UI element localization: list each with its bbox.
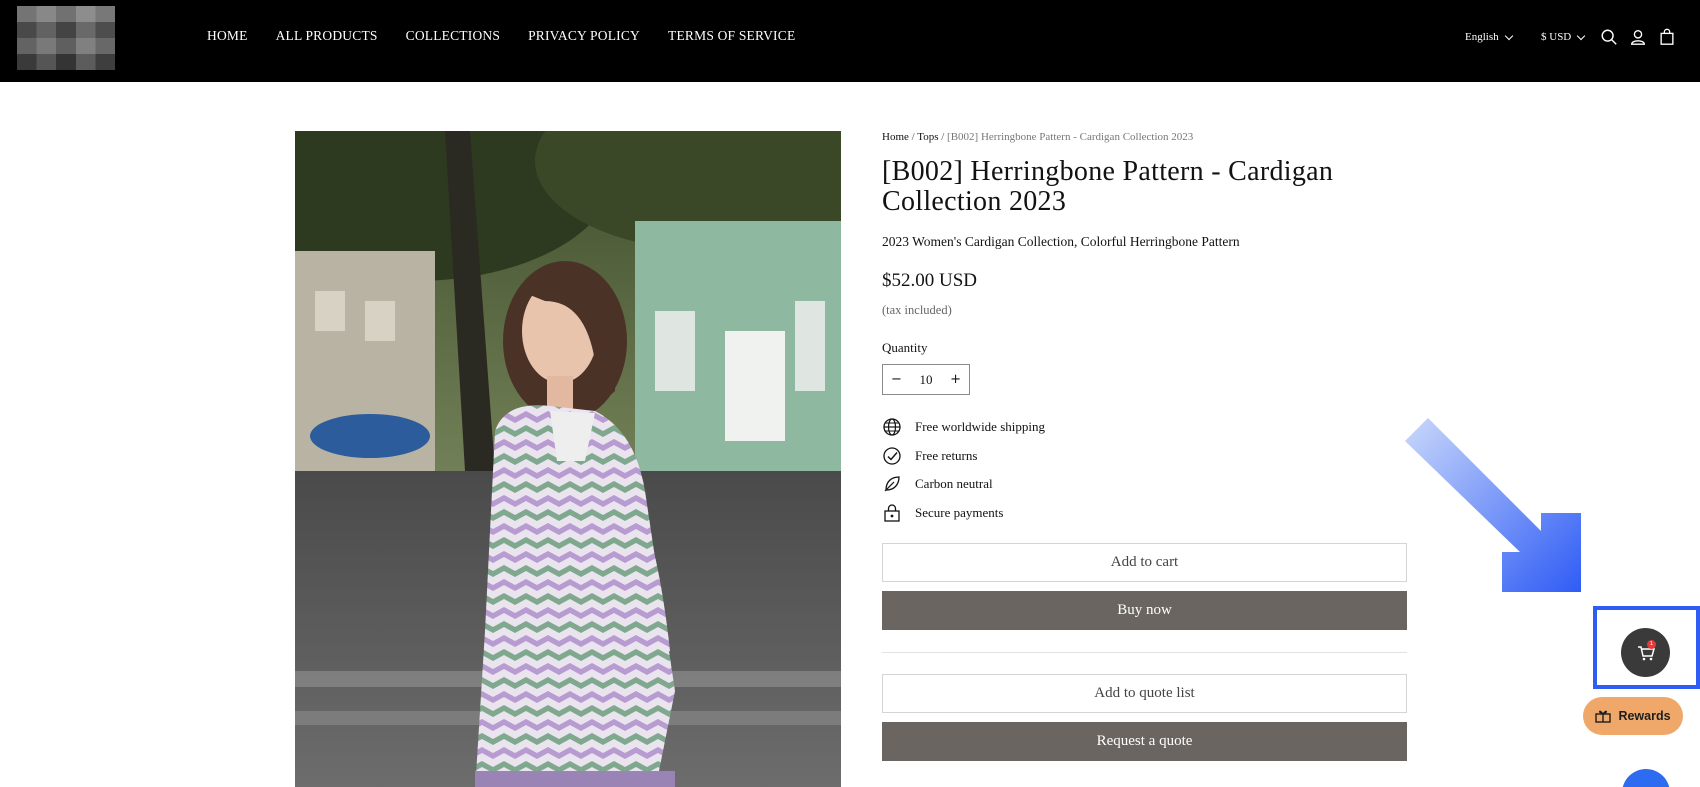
feature-item: Free returns (882, 442, 1407, 471)
nav-collections[interactable]: COLLECTIONS (406, 28, 500, 44)
pointer-arrow-annotation (1405, 418, 1581, 592)
product-subtitle: 2023 Women's Cardigan Collection, Colorf… (882, 234, 1240, 249)
main-nav: HOME ALL PRODUCTS COLLECTIONS PRIVACY PO… (207, 28, 795, 44)
product-image[interactable] (295, 131, 841, 787)
add-to-quote-list-button[interactable]: Add to quote list (882, 674, 1407, 713)
nav-terms-of-service[interactable]: TERMS OF SERVICE (668, 28, 795, 44)
product-price: $52.00 USD (882, 270, 978, 291)
buy-now-button[interactable]: Buy now (882, 591, 1407, 630)
chevron-down-icon (1504, 31, 1513, 40)
quantity-decrease-button[interactable]: − (891, 372, 902, 387)
breadcrumb-tops[interactable]: Tops (917, 131, 938, 143)
feature-label: Carbon neutral (915, 476, 993, 492)
quantity-increase-button[interactable]: + (950, 372, 961, 387)
feature-item: Secure payments (882, 499, 1407, 528)
search-icon[interactable] (1600, 28, 1618, 46)
rewards-label: Rewards (1618, 709, 1671, 723)
feature-label: Secure payments (915, 504, 1004, 520)
leaf-icon (884, 476, 900, 492)
chevron-down-icon (1577, 31, 1586, 40)
feature-label: Free returns (915, 447, 978, 463)
cart-count-badge: 1 (1647, 640, 1656, 649)
nav-home[interactable]: HOME (207, 28, 248, 44)
product-info: Home / Tops / [B002] Herringbone Pattern… (882, 131, 1407, 761)
feature-list: Free worldwide shipping Free returns Car… (882, 413, 1407, 527)
feature-item: Free worldwide shipping (882, 413, 1407, 442)
quantity-label: Quantity (882, 340, 928, 355)
site-header: HOME ALL PRODUCTS COLLECTIONS PRIVACY PO… (0, 0, 1700, 82)
nav-privacy-policy[interactable]: PRIVACY POLICY (528, 28, 640, 44)
breadcrumb: Home / Tops / [B002] Herringbone Pattern… (882, 131, 1407, 143)
request-quote-button[interactable]: Request a quote (882, 722, 1407, 761)
breadcrumb-separator: / (908, 131, 918, 143)
lock-icon (884, 504, 900, 522)
add-to-cart-button[interactable]: Add to cart (882, 543, 1407, 582)
store-logo[interactable] (17, 6, 115, 70)
language-selector[interactable]: English (1465, 31, 1513, 43)
feature-item: Carbon neutral (882, 470, 1407, 499)
breadcrumb-current: [B002] Herringbone Pattern - Cardigan Co… (947, 131, 1194, 143)
breadcrumb-home[interactable]: Home (882, 131, 909, 143)
gift-icon (1595, 710, 1612, 723)
breadcrumb-separator: / (938, 131, 948, 143)
floating-cart-button[interactable]: 1 (1621, 628, 1670, 677)
globe-icon (883, 418, 901, 436)
account-icon[interactable] (1629, 28, 1647, 46)
tax-note: (tax included) (882, 303, 952, 317)
chat-button[interactable] (1622, 769, 1670, 787)
feature-label: Free worldwide shipping (915, 419, 1045, 435)
language-label: English (1465, 31, 1499, 43)
check-circle-icon (883, 447, 901, 465)
quantity-stepper: − 10 + (882, 364, 970, 395)
nav-all-products[interactable]: ALL PRODUCTS (276, 28, 378, 44)
quantity-input[interactable]: 10 (920, 372, 933, 388)
currency-label: $ USD (1541, 31, 1572, 43)
divider (882, 652, 1407, 653)
bag-icon[interactable] (1658, 28, 1676, 46)
currency-selector[interactable]: $ USD (1541, 31, 1586, 43)
rewards-button[interactable]: Rewards (1583, 697, 1683, 735)
product-title: [B002] Herringbone Pattern - Cardigan Co… (882, 156, 1334, 217)
